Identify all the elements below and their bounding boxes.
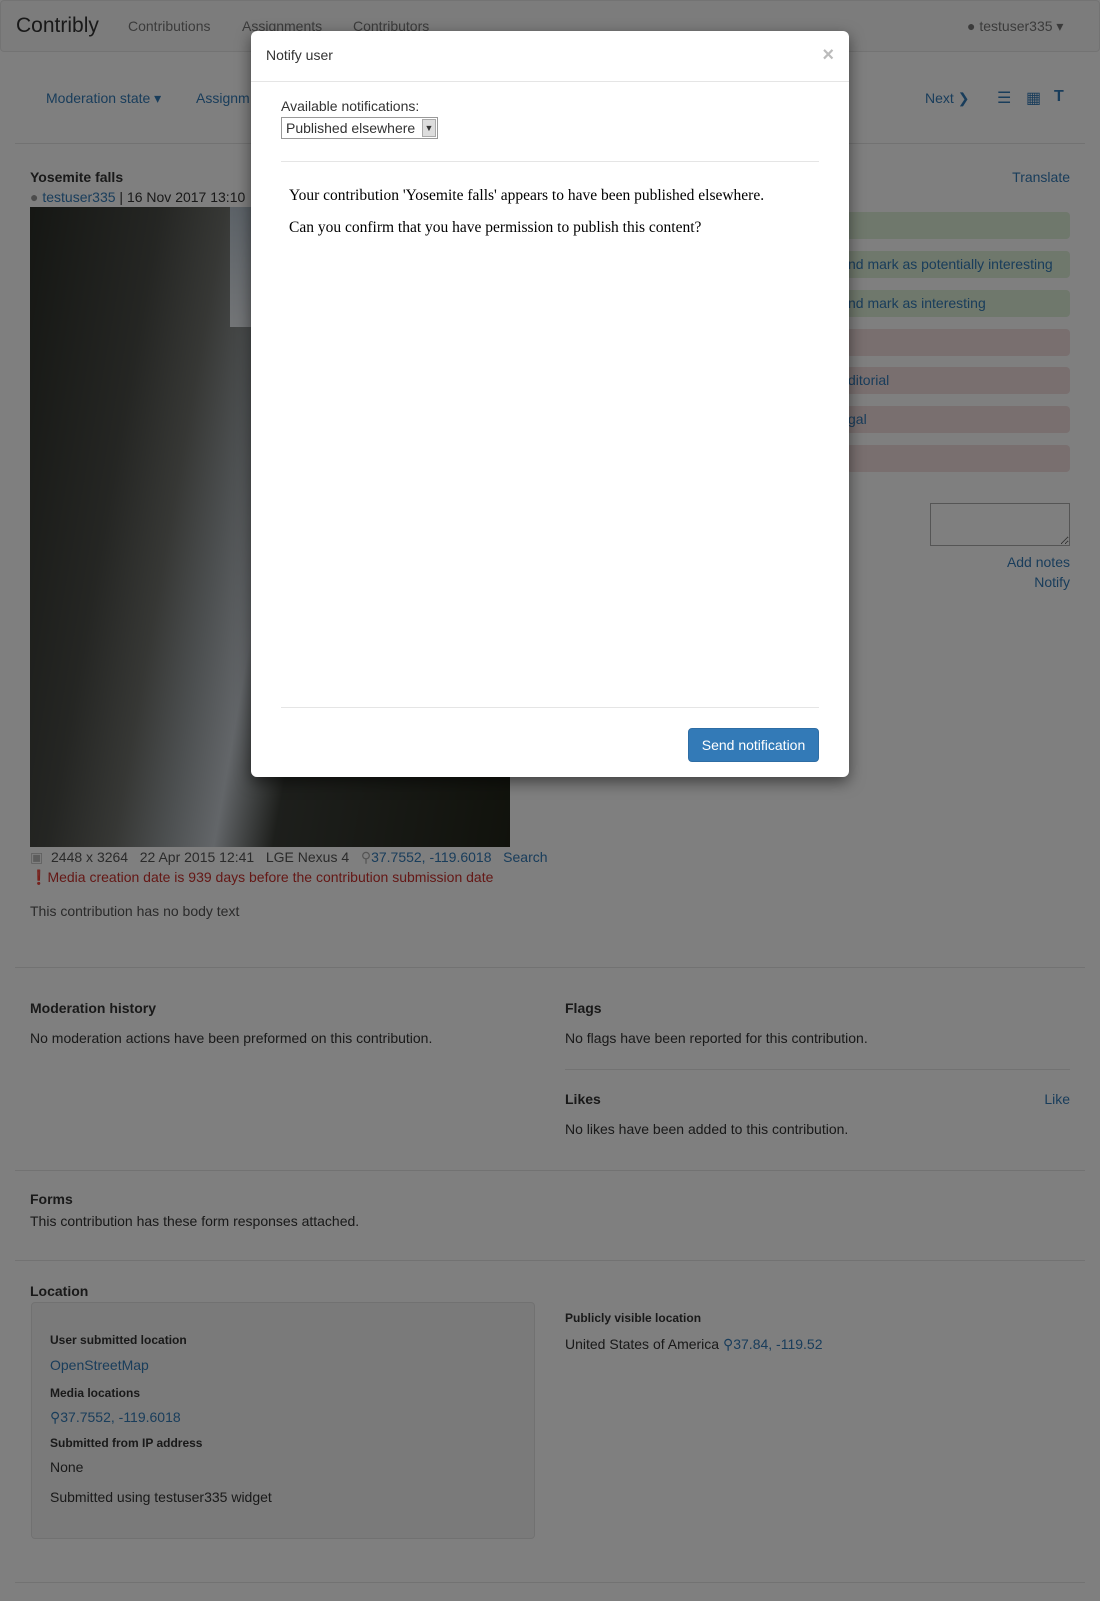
- notifications-select[interactable]: Published elsewhere ▼: [281, 117, 438, 139]
- modal-footer-divider: [281, 707, 819, 708]
- notifications-label: Available notifications:: [281, 98, 420, 114]
- modal-divider: [281, 161, 819, 162]
- message-line: Your contribution 'Yosemite falls' appea…: [289, 187, 765, 204]
- selected-notification: Published elsewhere: [286, 120, 416, 136]
- dropdown-arrow-icon: ▼: [422, 119, 436, 137]
- notify-user-modal: Notify user × Available notifications: P…: [251, 31, 849, 777]
- send-notification-button[interactable]: Send notification: [688, 728, 819, 762]
- modal-header-divider: [251, 81, 849, 82]
- message-line: Can you confirm that you have permission…: [289, 219, 702, 236]
- modal-title: Notify user: [266, 47, 333, 63]
- close-icon[interactable]: ×: [822, 44, 834, 67]
